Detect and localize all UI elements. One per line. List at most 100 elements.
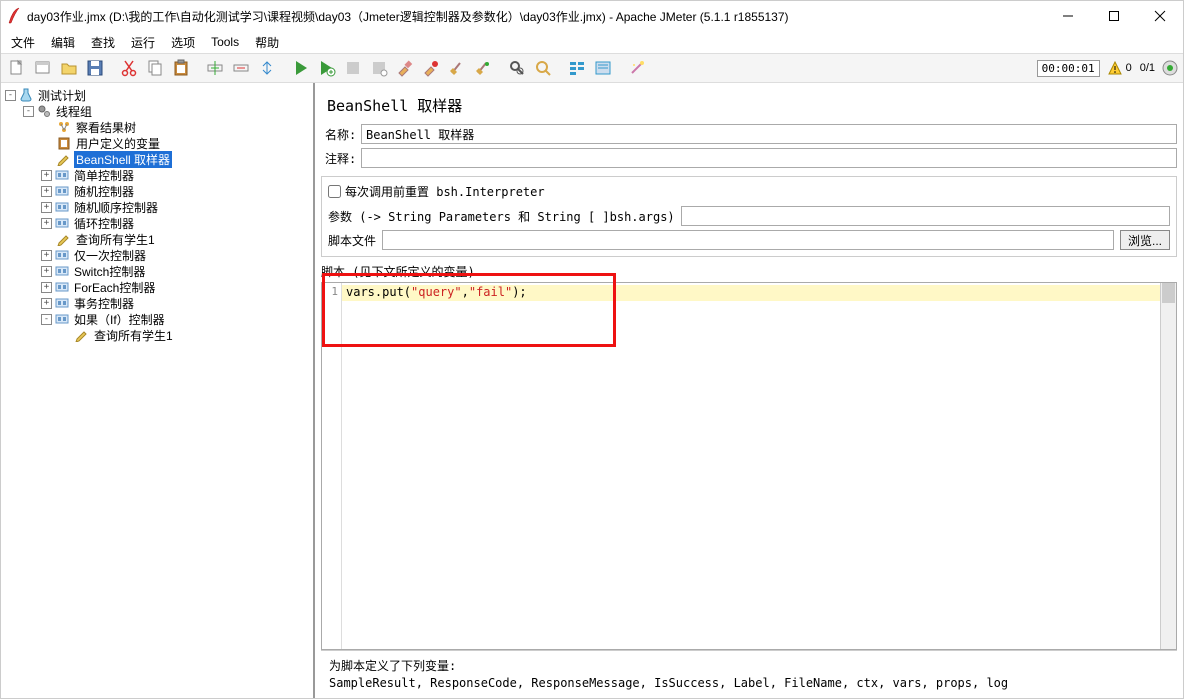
ctrl-icon xyxy=(54,280,70,294)
tree-item[interactable]: + 循环控制器 xyxy=(1,215,313,231)
menu-help[interactable]: 帮助 xyxy=(249,32,285,53)
search-icon[interactable] xyxy=(505,56,529,80)
collapse-icon[interactable] xyxy=(229,56,253,80)
tree-item[interactable]: +随机控制器 xyxy=(1,183,313,199)
code-text[interactable]: vars.put("query","fail"); xyxy=(342,283,1160,649)
ctrl-icon xyxy=(54,248,70,262)
broom1-icon[interactable] xyxy=(445,56,469,80)
comment-label: 注释: xyxy=(321,150,361,167)
toggle-spacer xyxy=(41,122,54,133)
paste-icon[interactable] xyxy=(169,56,193,80)
tree-item-label: ForEach控制器 xyxy=(72,279,157,296)
tree-item[interactable]: 查询所有学生1 xyxy=(1,327,313,343)
ctrl-icon xyxy=(54,168,70,182)
tree-item[interactable]: 察看结果树 xyxy=(1,119,313,135)
tree-item[interactable]: -测试计划 xyxy=(1,87,313,103)
collapse-toggle-icon[interactable]: - xyxy=(41,314,52,325)
wand-icon[interactable] xyxy=(625,56,649,80)
new-icon[interactable] xyxy=(5,56,29,80)
stop-icon[interactable] xyxy=(341,56,365,80)
tree-item[interactable]: 查询所有学生1 xyxy=(1,231,313,247)
function-helper-icon[interactable] xyxy=(565,56,589,80)
menu-options[interactable]: 选项 xyxy=(165,32,201,53)
comment-input[interactable] xyxy=(361,148,1177,168)
gears-icon xyxy=(36,104,52,118)
toggle-spacer xyxy=(59,330,72,341)
expand-toggle-icon[interactable]: + xyxy=(41,202,52,213)
browse-button[interactable]: 浏览... xyxy=(1120,230,1170,250)
shutdown-icon[interactable] xyxy=(367,56,391,80)
expand-toggle-icon[interactable]: + xyxy=(41,266,52,277)
window-title: day03作业.jmx (D:\我的工作\自动化测试学习\课程视频\day03（… xyxy=(27,8,1045,25)
tree-item-label: 随机顺序控制器 xyxy=(72,199,160,216)
tree-item[interactable]: 用户定义的变量 xyxy=(1,135,313,151)
tree-item[interactable]: + 仅一次控制器 xyxy=(1,247,313,263)
file-input[interactable] xyxy=(382,230,1114,250)
expand-toggle-icon[interactable]: + xyxy=(41,250,52,261)
templates-icon[interactable] xyxy=(31,56,55,80)
tree-item[interactable]: +Switch控制器 xyxy=(1,263,313,279)
tree-item-label: 仅一次控制器 xyxy=(72,247,148,264)
tree-item-label: 循环控制器 xyxy=(72,215,136,232)
close-button[interactable] xyxy=(1137,1,1183,31)
pencil-icon xyxy=(56,152,72,166)
menu-run[interactable]: 运行 xyxy=(125,32,161,53)
reset-checkbox[interactable] xyxy=(328,185,341,198)
code-editor[interactable]: 1 vars.put("query","fail"); xyxy=(322,283,1176,649)
open-icon[interactable] xyxy=(57,56,81,80)
expand-toggle-icon[interactable]: + xyxy=(41,218,52,229)
clear-all-icon[interactable] xyxy=(419,56,443,80)
broom2-icon[interactable] xyxy=(471,56,495,80)
run-icon[interactable] xyxy=(289,56,313,80)
tree-item[interactable]: + ForEach控制器 xyxy=(1,279,313,295)
config-box: 每次调用前重置 bsh.Interpreter 参数 (-> String Pa… xyxy=(321,176,1177,257)
tree-item[interactable]: + 随机顺序控制器 xyxy=(1,199,313,215)
expand-toggle-icon[interactable]: + xyxy=(41,186,52,197)
expand-toggle-icon[interactable]: + xyxy=(41,170,52,181)
editor-panel: BeanShell 取样器 名称: 注释: 每次调用前重置 bsh.Interp… xyxy=(315,83,1183,698)
menu-file[interactable]: 文件 xyxy=(5,32,41,53)
clear-icon[interactable] xyxy=(393,56,417,80)
minimize-button[interactable] xyxy=(1045,1,1091,31)
titlebar: day03作业.jmx (D:\我的工作\自动化测试学习\课程视频\day03（… xyxy=(1,1,1183,31)
maximize-button[interactable] xyxy=(1091,1,1137,31)
expand-icon[interactable] xyxy=(203,56,227,80)
code-editor-wrap: 1 vars.put("query","fail"); xyxy=(321,282,1177,650)
menu-tools[interactable]: Tools xyxy=(205,33,245,51)
menu-edit[interactable]: 编辑 xyxy=(45,32,81,53)
tree-item[interactable]: +事务控制器 xyxy=(1,295,313,311)
params-input[interactable] xyxy=(681,206,1170,226)
scrollbar[interactable] xyxy=(1160,283,1176,649)
ctrl-icon xyxy=(54,184,70,198)
test-plan-tree[interactable]: -测试计划-线程组察看结果树用户定义的变量BeanShell 取样器 + 简单控制器… xyxy=(1,83,315,698)
footer-help: 为脚本定义了下列变量: SampleResult, ResponseCode, … xyxy=(321,650,1177,698)
menu-search[interactable]: 查找 xyxy=(85,32,121,53)
line-gutter: 1 xyxy=(322,283,342,649)
expand-toggle-icon[interactable]: + xyxy=(41,282,52,293)
save-icon[interactable] xyxy=(83,56,107,80)
collapse-toggle-icon[interactable]: - xyxy=(5,90,16,101)
search-reset-icon[interactable] xyxy=(531,56,555,80)
tree-item[interactable]: -线程组 xyxy=(1,103,313,119)
flask-icon xyxy=(18,88,34,102)
copy-icon[interactable] xyxy=(143,56,167,80)
tree-item-label: 简单控制器 xyxy=(72,167,136,184)
tree-item[interactable]: -如果（If）控制器 xyxy=(1,311,313,327)
panel-title: BeanShell 取样器 xyxy=(327,95,1177,116)
pencil-icon xyxy=(56,232,72,246)
tree-item-label: 察看结果树 xyxy=(74,119,138,136)
tree-item[interactable]: + 简单控制器 xyxy=(1,167,313,183)
warning-indicator: 0 xyxy=(1108,61,1132,75)
run-no-pause-icon[interactable] xyxy=(315,56,339,80)
expand-toggle-icon[interactable]: + xyxy=(41,298,52,309)
cut-icon[interactable] xyxy=(117,56,141,80)
tree-item[interactable]: BeanShell 取样器 xyxy=(1,151,313,167)
params-label: 参数 (-> String Parameters 和 String [ ]bsh… xyxy=(328,208,675,225)
name-input[interactable] xyxy=(361,124,1177,144)
script-label: 脚本 (见下文所定义的变量) xyxy=(321,263,1177,280)
collapse-toggle-icon[interactable]: - xyxy=(23,106,34,117)
toggle-icon[interactable] xyxy=(255,56,279,80)
tree-item-label: 用户定义的变量 xyxy=(74,135,162,152)
elapsed-timer: 00:00:01 xyxy=(1037,60,1100,77)
help-icon[interactable] xyxy=(591,56,615,80)
